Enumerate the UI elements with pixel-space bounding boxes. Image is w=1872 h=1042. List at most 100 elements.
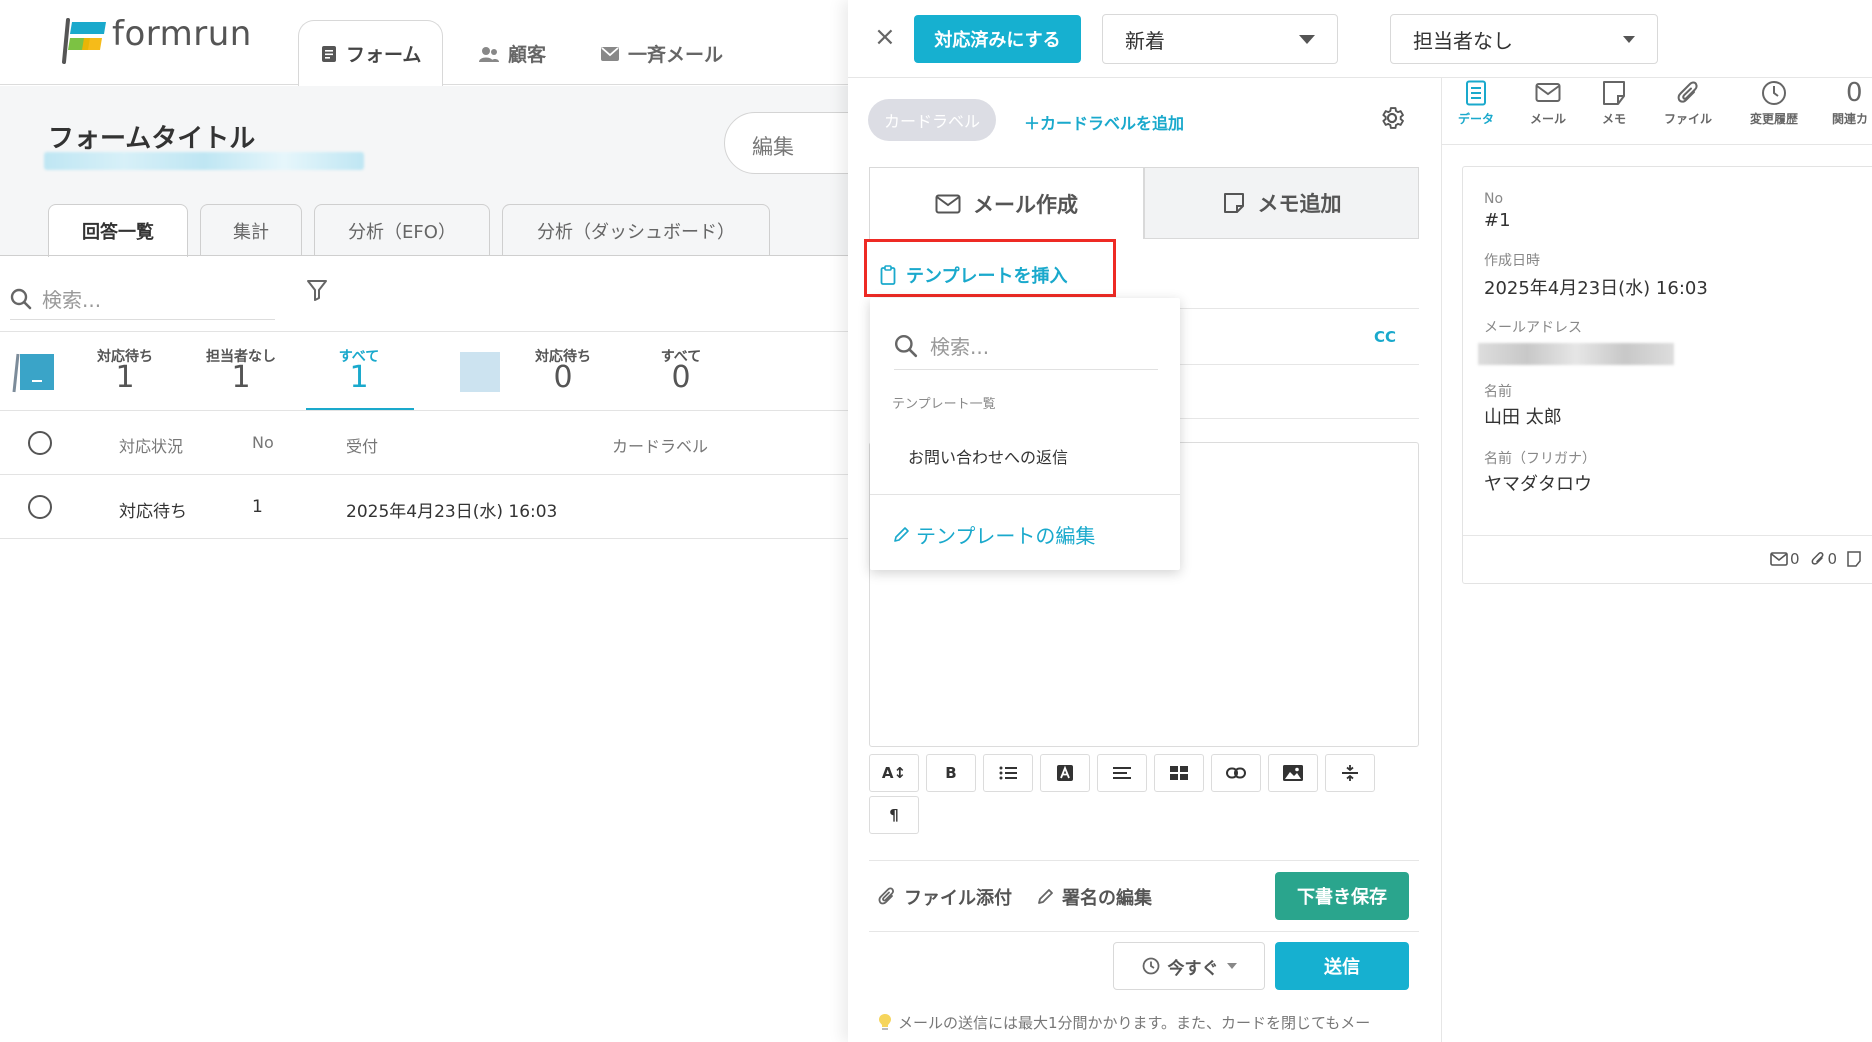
tab-compose-mail[interactable]: メール作成 <box>869 167 1144 239</box>
field-name-value: 山田 太郎 <box>1484 407 1562 428</box>
stat-waiting-2-count[interactable]: 0 <box>518 360 608 395</box>
search-icon <box>10 288 32 309</box>
tab-summary[interactable]: 集計 <box>200 204 302 256</box>
status-select-value: 新着 <box>1125 28 1165 53</box>
status-select[interactable]: 新着 <box>1102 14 1338 64</box>
edit-button-label: 編集 <box>752 135 794 159</box>
nav-tab-form[interactable]: フォーム <box>320 40 421 67</box>
tab-divider <box>1144 238 1419 239</box>
nav-tab-bulk-mail[interactable]: 一斉メール <box>600 40 723 67</box>
stat-waiting-count[interactable]: 1 <box>80 360 170 395</box>
panel-header-divider <box>848 77 1872 78</box>
side-tab-memo[interactable]: メモ <box>1584 80 1644 127</box>
users-icon <box>479 46 499 62</box>
gear-icon[interactable] <box>1378 104 1406 132</box>
side-tabs-divider <box>1442 144 1872 145</box>
table-tool[interactable] <box>1154 754 1204 792</box>
assignee-select[interactable]: 担当者なし <box>1390 14 1658 64</box>
memo-icon <box>1603 81 1625 105</box>
file-count: 0 <box>1810 550 1837 568</box>
send-button[interactable]: 送信 <box>1275 942 1409 990</box>
image-tool[interactable] <box>1268 754 1318 792</box>
status-flag-icon <box>12 352 56 394</box>
side-tab-files[interactable]: ファイル <box>1658 80 1718 127</box>
table-icon <box>1170 766 1188 780</box>
attach-file-button[interactable]: ファイル添付 <box>878 884 1012 910</box>
panel-vertical-divider <box>1441 78 1442 1042</box>
template-item[interactable]: お問い合わせへの返信 <box>908 444 1068 468</box>
form-title: フォームタイトル <box>48 124 256 154</box>
side-tab-mail[interactable]: メール <box>1518 80 1578 127</box>
mail-field-divider <box>1180 418 1419 419</box>
side-tab-related-label: 関連カ <box>1832 112 1869 126</box>
tab-compose-mail-label: メール作成 <box>973 192 1078 217</box>
close-icon[interactable]: × <box>874 22 896 52</box>
cc-toggle[interactable]: CC <box>1374 328 1396 346</box>
col-no: No <box>252 433 274 452</box>
nav-tab-form-label: フォーム <box>346 44 422 66</box>
status-square-icon <box>460 352 500 392</box>
row-radio[interactable] <box>28 495 52 519</box>
mark-resolved-button[interactable]: 対応済みにする <box>914 15 1081 63</box>
side-tab-related[interactable]: 0 関連カ <box>1824 80 1872 127</box>
tab-responses[interactable]: 回答一覧 <box>48 204 188 257</box>
stat-all-count[interactable]: 1 <box>314 360 404 395</box>
align-icon <box>1113 767 1131 779</box>
bold-tool[interactable]: B <box>926 754 976 792</box>
horizontal-rule-icon <box>1342 765 1358 781</box>
col-card-label: カードラベル <box>612 437 709 456</box>
tab-analysis-efo[interactable]: 分析（EFO） <box>314 204 490 256</box>
field-kana-value: ヤマダタロウ <box>1484 474 1592 495</box>
response-search-placeholder: 検索... <box>42 288 102 312</box>
send-time-select[interactable]: 今すぐ <box>1113 942 1265 990</box>
template-search-input[interactable]: 検索... <box>894 322 1158 370</box>
align-tool[interactable] <box>1097 754 1147 792</box>
field-no-value: #1 <box>1484 210 1511 231</box>
row-status[interactable]: 対応待ち <box>119 497 187 522</box>
divider <box>0 538 860 539</box>
font-size-tool[interactable]: A↕ <box>869 754 919 792</box>
side-tab-data-label: データ <box>1457 112 1494 126</box>
blurred-email-value <box>1478 343 1674 365</box>
font-color-tool[interactable] <box>1040 754 1090 792</box>
mail-count-value: 0 <box>1790 550 1800 568</box>
horizontal-rule-tool[interactable] <box>1325 754 1375 792</box>
add-card-label-link[interactable]: ＋カードラベルを追加 <box>1024 110 1184 134</box>
field-email-label: メールアドレス <box>1484 320 1582 336</box>
attach-file-label: ファイル添付 <box>904 888 1012 909</box>
clock-icon <box>1142 957 1159 975</box>
nav-tab-customers[interactable]: 顧客 <box>478 40 546 67</box>
subtab-divider <box>0 255 860 256</box>
edit-signature-button[interactable]: 署名の編集 <box>1036 884 1152 910</box>
side-tab-data[interactable]: データ <box>1446 80 1506 127</box>
paperclip-icon <box>878 887 894 905</box>
stat-unassigned-count[interactable]: 1 <box>196 360 286 395</box>
clock-icon <box>1762 81 1786 105</box>
link-tool[interactable] <box>1211 754 1261 792</box>
paragraph-tool[interactable]: ¶ <box>869 796 919 834</box>
save-draft-button[interactable]: 下書き保存 <box>1275 872 1409 920</box>
row-no[interactable]: 1 <box>252 497 263 517</box>
template-list-caption: テンプレート一覧 <box>892 397 996 412</box>
divider <box>0 331 860 332</box>
row-received[interactable]: 2025年4月23日(水) 16:03 <box>346 497 557 522</box>
mail-icon <box>935 194 961 213</box>
side-tab-memo-label: メモ <box>1601 112 1626 126</box>
list-tool[interactable] <box>983 754 1033 792</box>
tab-add-memo[interactable]: メモ追加 <box>1144 167 1419 239</box>
stat-all-2-count[interactable]: 0 <box>636 360 726 395</box>
nav-tab-bulk-mail-label: 一斉メール <box>628 44 724 66</box>
response-search[interactable]: 検索... <box>10 278 275 320</box>
card-label-pill[interactable]: カードラベル <box>868 99 996 141</box>
pencil-icon <box>1038 889 1053 904</box>
side-tab-related-count: 0 <box>1846 80 1863 108</box>
side-tab-history[interactable]: 変更履歴 <box>1744 80 1804 127</box>
nav-tab-customers-label: 顧客 <box>508 44 547 66</box>
tab-analysis-dashboard[interactable]: 分析（ダッシュボード） <box>502 204 770 256</box>
filter-icon[interactable] <box>306 278 328 302</box>
paperclip-icon <box>1811 552 1823 565</box>
edit-templates-link[interactable]: テンプレートの編集 <box>892 520 1095 549</box>
select-all-radio[interactable] <box>28 431 52 455</box>
divider <box>869 860 1419 861</box>
pencil-icon <box>894 526 909 542</box>
